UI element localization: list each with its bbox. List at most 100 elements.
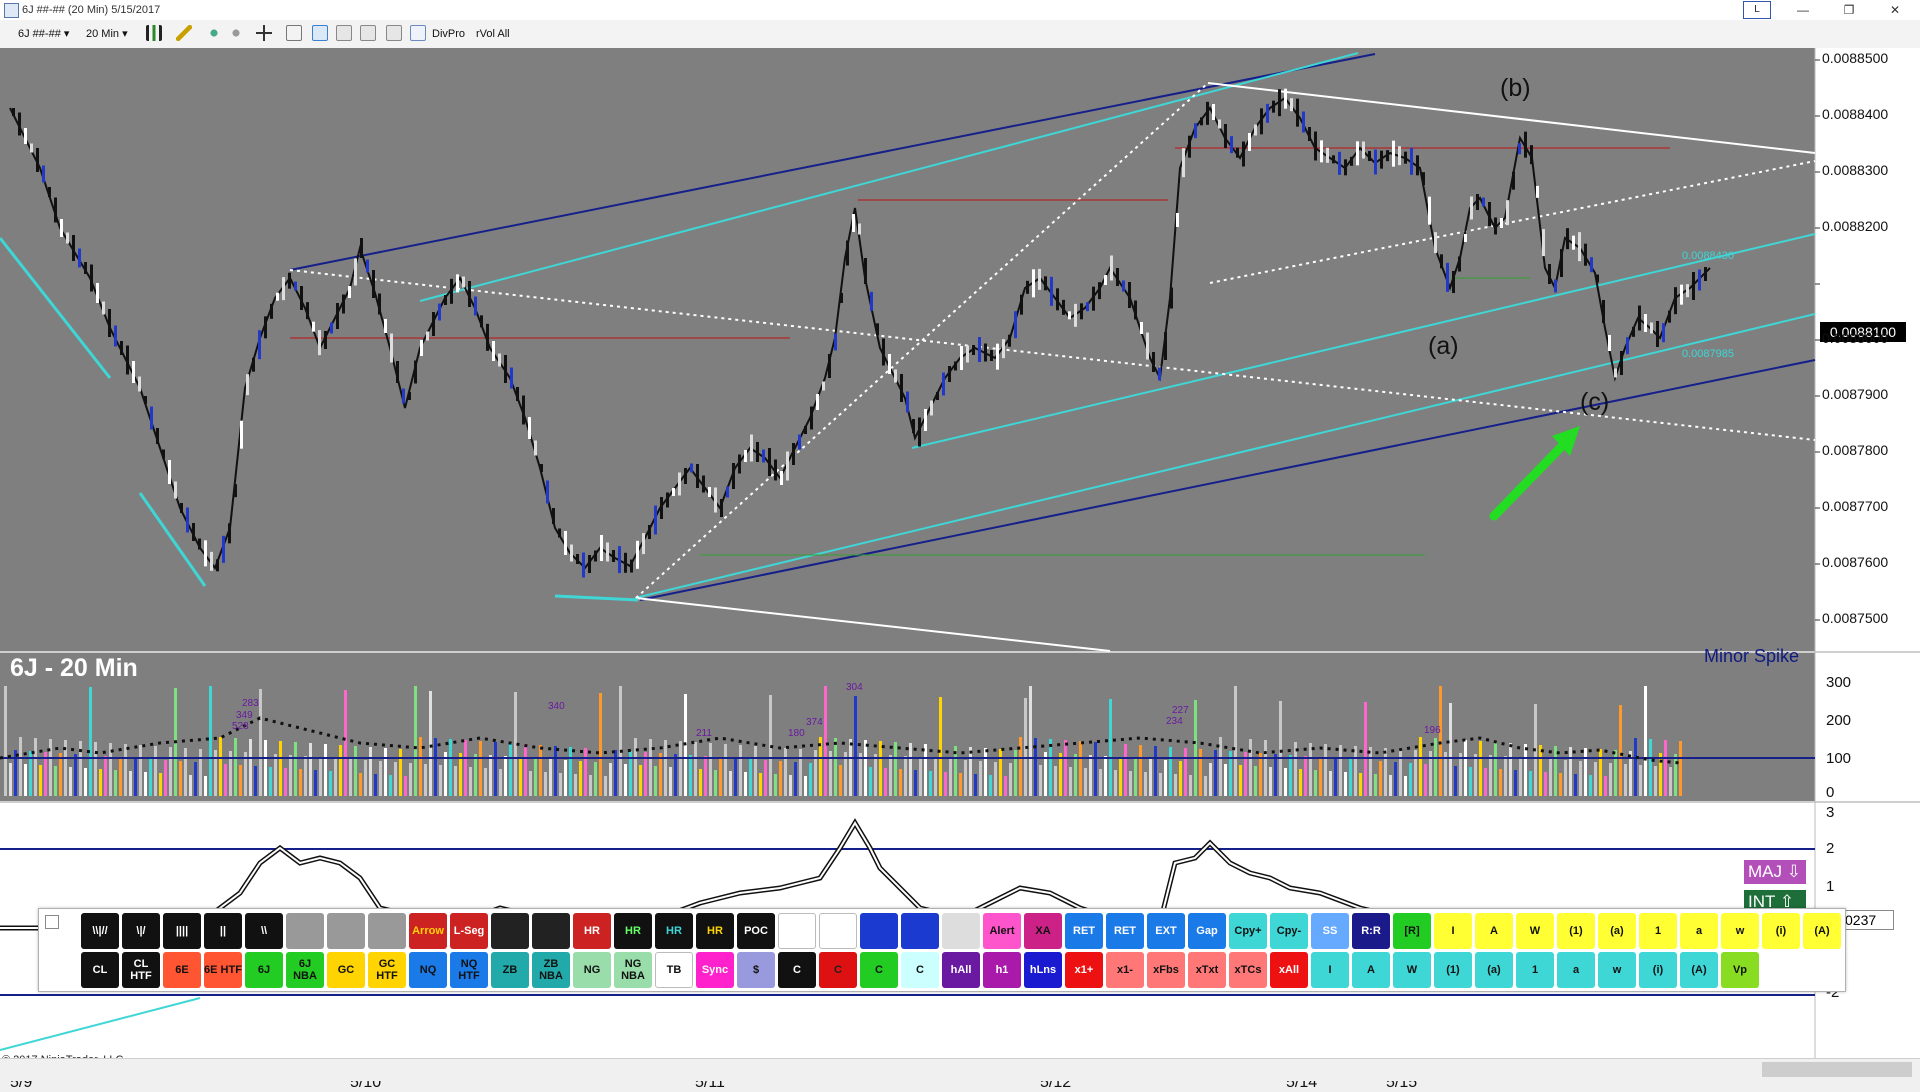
tool-button-arrow-8[interactable]: Arrow bbox=[409, 913, 447, 949]
close-button[interactable]: ✕ bbox=[1872, 0, 1918, 20]
tool-button-tool-19[interactable] bbox=[860, 913, 898, 949]
tool-button-zb-10[interactable]: ZB bbox=[491, 952, 529, 988]
tool-button-a-34[interactable]: A bbox=[1475, 913, 1513, 949]
tool-button-6e-2[interactable]: 6E bbox=[163, 952, 201, 988]
tool-button-hall-21[interactable]: hAll bbox=[942, 952, 980, 988]
interval-selector[interactable]: 20 Min ▾ bbox=[86, 26, 128, 42]
tool-button-hr-15[interactable]: HR bbox=[696, 913, 734, 949]
tool-button-tool-21[interactable] bbox=[942, 913, 980, 949]
tool-button-nq-8[interactable]: NQ bbox=[409, 952, 447, 988]
tool-button-a-39[interactable]: (A) bbox=[1680, 952, 1718, 988]
zoom-out-icon[interactable] bbox=[228, 25, 244, 41]
tool-button-gc-6[interactable]: GC bbox=[327, 952, 365, 988]
tool-button-r-32[interactable]: [R] bbox=[1393, 913, 1431, 949]
tool-button-ret-25[interactable]: RET bbox=[1106, 913, 1144, 949]
divpro-button[interactable]: DivPro bbox=[432, 26, 465, 42]
tool-button-poc-16[interactable]: POC bbox=[737, 913, 775, 949]
chart-trader-icon[interactable] bbox=[312, 25, 328, 41]
tool-button-a-39[interactable]: a bbox=[1680, 913, 1718, 949]
tool-button-6e-htf-3[interactable]: 6E HTF bbox=[204, 952, 242, 988]
tool-button-tool-2[interactable]: |||| bbox=[163, 913, 201, 949]
tool-button-h1-22[interactable]: h1 bbox=[983, 952, 1021, 988]
scrollbar-thumb[interactable] bbox=[1762, 1062, 1912, 1077]
properties-icon[interactable] bbox=[286, 25, 302, 41]
tool-button-xtxt-27[interactable]: xTxt bbox=[1188, 952, 1226, 988]
tool-button-tool-4[interactable]: \\ bbox=[245, 913, 283, 949]
tool-button-sync-15[interactable]: Sync bbox=[696, 952, 734, 988]
tool-button-tool-1[interactable]: \|/ bbox=[122, 913, 160, 949]
tool-button-xa-23[interactable]: XA bbox=[1024, 913, 1062, 949]
link-badge[interactable]: L bbox=[1743, 1, 1771, 19]
tool-button-l-seg-9[interactable]: L-Seg bbox=[450, 913, 488, 949]
tool-button-tool-5[interactable] bbox=[286, 913, 324, 949]
data-box-icon[interactable] bbox=[410, 25, 426, 41]
crosshair-icon[interactable] bbox=[256, 25, 272, 41]
tool-button-xtcs-28[interactable]: xTCs bbox=[1229, 952, 1267, 988]
tool-button-x1-25[interactable]: x1- bbox=[1106, 952, 1144, 988]
tool-button-tool-6[interactable] bbox=[327, 913, 365, 949]
tool-button-1-33[interactable]: (1) bbox=[1434, 952, 1472, 988]
tool-button-1-35[interactable]: 1 bbox=[1516, 952, 1554, 988]
tool-button-hr-14[interactable]: HR bbox=[655, 913, 693, 949]
tool-button-6j-4[interactable]: 6J bbox=[245, 952, 283, 988]
templates-icon[interactable] bbox=[386, 25, 402, 41]
tool-button-hr-13[interactable]: HR bbox=[614, 913, 652, 949]
tool-button-i-38[interactable]: (i) bbox=[1639, 952, 1677, 988]
bar-style-icon[interactable] bbox=[146, 25, 162, 41]
strategies-icon[interactable] bbox=[360, 25, 376, 41]
drawing-tool-icon[interactable] bbox=[176, 25, 192, 41]
tool-button-tool-10[interactable] bbox=[491, 913, 529, 949]
tool-button-w-37[interactable]: w bbox=[1598, 952, 1636, 988]
tool-button-gap-27[interactable]: Gap bbox=[1188, 913, 1226, 949]
tool-button-cl-0[interactable]: CL bbox=[81, 952, 119, 988]
restore-button[interactable]: ❐ bbox=[1826, 0, 1872, 20]
tool-button-tool-20[interactable] bbox=[901, 913, 939, 949]
tool-button-tool-16[interactable]: $ bbox=[737, 952, 775, 988]
indicators-icon[interactable] bbox=[336, 25, 352, 41]
tool-button-tb-14[interactable]: TB bbox=[655, 952, 693, 988]
tool-button-tool-11[interactable] bbox=[532, 913, 570, 949]
tool-button-ng-nba-13[interactable]: NG NBA bbox=[614, 952, 652, 988]
tool-button-w-40[interactable]: w bbox=[1721, 913, 1759, 949]
tool-button-c-18[interactable]: C bbox=[819, 952, 857, 988]
panel-checkbox[interactable] bbox=[45, 915, 59, 929]
tool-button-c-20[interactable]: C bbox=[901, 952, 939, 988]
tool-button-hlns-23[interactable]: hLns bbox=[1024, 952, 1062, 988]
tool-button-nq-htf-9[interactable]: NQ HTF bbox=[450, 952, 488, 988]
tool-button-vp-40[interactable]: Vp bbox=[1721, 952, 1759, 988]
tool-button-cpy-28[interactable]: Cpy+ bbox=[1229, 913, 1267, 949]
zoom-in-icon[interactable] bbox=[206, 25, 222, 41]
tool-button-a-31[interactable]: A bbox=[1352, 952, 1390, 988]
tool-button-a-42[interactable]: (A) bbox=[1803, 913, 1841, 949]
tool-button-gc-htf-7[interactable]: GC HTF bbox=[368, 952, 406, 988]
tool-button-w-35[interactable]: W bbox=[1516, 913, 1554, 949]
tool-button-tool-7[interactable] bbox=[368, 913, 406, 949]
tool-button-xfbs-26[interactable]: xFbs bbox=[1147, 952, 1185, 988]
tool-button-tool-17[interactable] bbox=[778, 913, 816, 949]
tool-button-cl-htf-1[interactable]: CL HTF bbox=[122, 952, 160, 988]
tool-button-a-36[interactable]: a bbox=[1557, 952, 1595, 988]
tool-button-x1-24[interactable]: x1+ bbox=[1065, 952, 1103, 988]
tool-button-i-30[interactable]: I bbox=[1311, 952, 1349, 988]
tool-button-i-33[interactable]: I bbox=[1434, 913, 1472, 949]
instrument-selector[interactable]: 6J ##-## ▾ bbox=[18, 26, 69, 42]
tool-button-tool-18[interactable] bbox=[819, 913, 857, 949]
tool-button-ret-24[interactable]: RET bbox=[1065, 913, 1103, 949]
tool-button-i-41[interactable]: (i) bbox=[1762, 913, 1800, 949]
tool-button-w-32[interactable]: W bbox=[1393, 952, 1431, 988]
tool-button-ss-30[interactable]: SS bbox=[1311, 913, 1349, 949]
minimize-button[interactable]: — bbox=[1780, 0, 1826, 20]
tool-button-a-37[interactable]: (a) bbox=[1598, 913, 1636, 949]
tool-button-hr-12[interactable]: HR bbox=[573, 913, 611, 949]
tool-button-cpy-29[interactable]: Cpy- bbox=[1270, 913, 1308, 949]
tool-button-6j-nba-5[interactable]: 6J NBA bbox=[286, 952, 324, 988]
tool-button-tool-3[interactable]: || bbox=[204, 913, 242, 949]
tool-button-zb-nba-11[interactable]: ZB NBA bbox=[532, 952, 570, 988]
tool-button-c-17[interactable]: C bbox=[778, 952, 816, 988]
tool-button-1-36[interactable]: (1) bbox=[1557, 913, 1595, 949]
tool-button-a-34[interactable]: (a) bbox=[1475, 952, 1513, 988]
rvol-button[interactable]: rVol All bbox=[476, 26, 510, 42]
tool-button-tool-0[interactable]: \\|// bbox=[81, 913, 119, 949]
tool-button-ext-26[interactable]: EXT bbox=[1147, 913, 1185, 949]
tool-button-ng-12[interactable]: NG bbox=[573, 952, 611, 988]
